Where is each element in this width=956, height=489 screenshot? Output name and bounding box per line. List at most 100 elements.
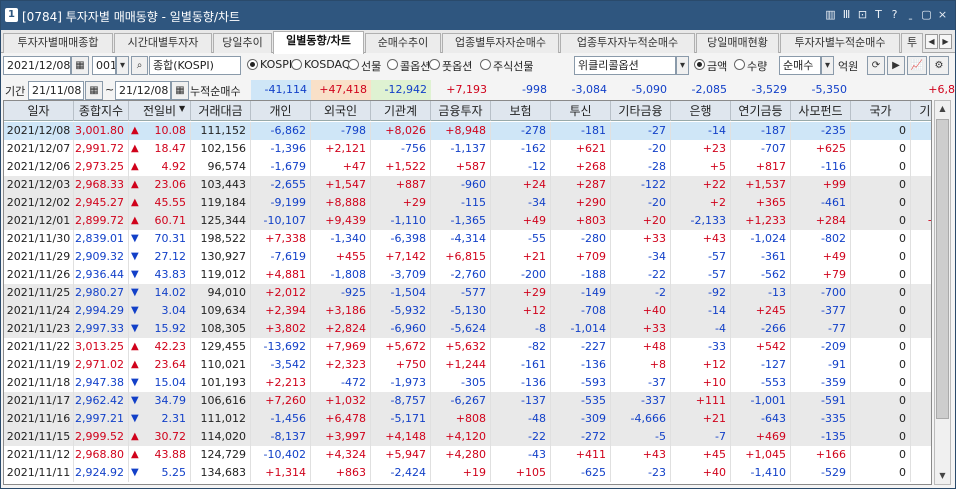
table-row[interactable]: 2021/11/25 2,980.27 ▼ 14.02 94,010 +2,012 -925… [4, 284, 931, 302]
investor-cell-15: +140 [911, 410, 931, 428]
scroll-up-icon[interactable]: ▲ [935, 101, 950, 117]
column-header-13[interactable]: 사모펀드 [791, 101, 851, 121]
calendar-icon[interactable]: ▦ [85, 81, 103, 100]
column-header-3[interactable]: 거래대금 [191, 101, 251, 121]
market-radio-4[interactable] [429, 59, 440, 70]
table-row[interactable]: 2021/12/07 2,991.72 ▲ 18.47 102,156 -1,396 +2,… [4, 140, 931, 158]
column-header-11[interactable]: 은행 [671, 101, 731, 121]
settings-icon[interactable]: ⚙ [929, 56, 949, 75]
investor-cell-4: -7,619 [251, 248, 311, 266]
tab-2[interactable]: 당일추이 [213, 33, 272, 53]
next-icon[interactable]: ▶ [887, 56, 905, 75]
investor-cell-14: 0 [851, 266, 911, 284]
search-icon[interactable]: ⌕ [131, 56, 148, 75]
index-cell: 2,839.01 [74, 230, 129, 248]
investor-cell-9: -535 [551, 392, 611, 410]
column-header-6[interactable]: 기관계 [371, 101, 431, 121]
table-row[interactable]: 2021/12/01 2,899.72 ▲ 60.71 125,344 -10,107 +9… [4, 212, 931, 230]
tab-0[interactable]: 투자자별매매종합 [3, 33, 113, 53]
window-title: [0784] 투자자별 매매동향 - 일별동향/차트 [22, 10, 241, 24]
tab-1[interactable]: 시간대별투자자 [114, 33, 212, 53]
column-header-4[interactable]: 개인 [251, 101, 311, 121]
window-control-1-icon[interactable]: Ⅲ [840, 7, 853, 23]
unit-radio-0[interactable] [694, 59, 705, 70]
chevron-right-icon[interactable]: ▶ [939, 34, 952, 49]
period-to-input[interactable]: 21/12/08 [115, 81, 171, 100]
table-row[interactable]: 2021/11/15 2,999.52 ▲ 30.72 114,020 -8,137 +3,… [4, 428, 931, 446]
table-row[interactable]: 2021/11/19 2,971.02 ▲ 23.64 110,021 -3,542 +2,… [4, 356, 931, 374]
market-radio-3[interactable] [387, 59, 398, 70]
table-row[interactable]: 2021/12/06 2,973.25 ▲ 4.92 96,574 -1,679 +47 +1… [4, 158, 931, 176]
tab-8[interactable]: 투자자별누적순매수 [780, 33, 900, 53]
calendar-icon[interactable]: ▦ [171, 81, 189, 100]
date-cell: 2021/12/07 [4, 140, 74, 158]
column-header-8[interactable]: 보험 [491, 101, 551, 121]
tab-4[interactable]: 순매수추이 [365, 33, 441, 53]
column-header-7[interactable]: 금융투자 [431, 101, 491, 121]
up-triangle-icon: ▲ [131, 449, 139, 460]
tab-3[interactable]: 일별동향/차트 [273, 31, 364, 54]
date-input[interactable]: 2021/12/08 [3, 56, 71, 75]
trade-type-select[interactable]: 순매수 [779, 56, 821, 75]
scroll-down-icon[interactable]: ▼ [935, 468, 950, 484]
market-radio-2[interactable] [348, 59, 359, 70]
table-row[interactable]: 2021/11/18 2,947.38 ▼ 15.04 101,193 +2,213 -47… [4, 374, 931, 392]
period-from-input[interactable]: 21/11/08 [28, 81, 84, 100]
scroll-thumb[interactable] [936, 119, 949, 419]
investor-cell-6: +887 [371, 176, 431, 194]
investor-cell-13: -116 [791, 158, 851, 176]
market-radio-5[interactable] [480, 59, 491, 70]
window-control-5-icon[interactable]: ˍ [904, 7, 917, 23]
column-header-12[interactable]: 연기금등 [731, 101, 791, 121]
window-control-7-icon[interactable]: × [936, 7, 949, 23]
calendar-icon[interactable]: ▦ [71, 56, 89, 75]
table-row[interactable]: 2021/12/03 2,968.33 ▲ 23.06 103,443 -2,655 +1,… [4, 176, 931, 194]
table-row[interactable]: 2021/11/29 2,909.32 ▼ 27.12 130,927 -7,619 +45… [4, 248, 931, 266]
window-control-0-icon[interactable]: ▥ [824, 7, 837, 23]
vertical-scrollbar[interactable]: ▲ ▼ [934, 100, 951, 485]
unit-radio-1[interactable] [734, 59, 745, 70]
column-header-15[interactable]: 기타법인 [911, 101, 931, 121]
table-row[interactable]: 2021/12/08 3,001.80 ▲ 10.08 111,152 -6,862 -79… [4, 122, 931, 140]
chevron-left-icon[interactable]: ◀ [925, 34, 938, 49]
change-value: 60.71 [154, 214, 187, 227]
window-control-2-icon[interactable]: ⊡ [856, 7, 869, 23]
window-control-4-icon[interactable]: ? [888, 7, 901, 23]
table-row[interactable]: 2021/11/24 2,994.29 ▼ 3.04 109,634 +2,394 +3,1… [4, 302, 931, 320]
table-row[interactable]: 2021/11/22 3,013.25 ▲ 42.23 129,455 -13,692 +7… [4, 338, 931, 356]
market-radio-1[interactable] [291, 59, 302, 70]
tab-9[interactable]: 투 [901, 33, 923, 53]
tab-5[interactable]: 업종별투자자순매수 [442, 33, 559, 53]
tab-7[interactable]: 당일매매현황 [696, 33, 779, 53]
market-radio-0[interactable] [247, 59, 258, 70]
table-row[interactable]: 2021/11/16 2,997.21 ▼ 2.31 111,012 -1,456 +6,4… [4, 410, 931, 428]
column-header-14[interactable]: 국가 [851, 101, 911, 121]
tab-6[interactable]: 업종투자자누적순매수 [560, 33, 695, 53]
weekly-option-dropdown-icon[interactable]: ▾ [676, 56, 689, 75]
table-row[interactable]: 2021/11/26 2,936.44 ▼ 43.83 119,012 +4,881 -1,… [4, 266, 931, 284]
column-header-10[interactable]: 기타금융 [611, 101, 671, 121]
investor-cell-12: -361 [731, 248, 791, 266]
column-header-0[interactable]: 일자 [4, 101, 74, 121]
table-row[interactable]: 2021/11/23 2,997.33 ▼ 15.92 108,305 +3,802 +2,… [4, 320, 931, 338]
column-header-5[interactable]: 외국인 [311, 101, 371, 121]
code-dropdown-icon[interactable]: ▾ [116, 56, 129, 75]
weekly-option-select[interactable]: 위클리콜옵션 [574, 56, 676, 75]
table-row[interactable]: 2021/11/11 2,924.92 ▼ 5.25 134,683 +1,314 +863… [4, 464, 931, 482]
window-control-3-icon[interactable]: T [872, 7, 885, 23]
market-code-input[interactable]: 001 [92, 56, 116, 75]
change-cell: ▼ 5.25 [129, 464, 191, 482]
table-row[interactable]: 2021/11/17 2,962.42 ▼ 34.79 106,616 +7,260 +1,… [4, 392, 931, 410]
table-row[interactable]: 2021/12/02 2,945.27 ▲ 45.55 119,184 -9,199 +8,… [4, 194, 931, 212]
column-header-9[interactable]: 투신 [551, 101, 611, 121]
table-row[interactable]: 2021/11/12 2,968.80 ▲ 43.88 124,729 -10,402 +4… [4, 446, 931, 464]
column-header-1[interactable]: 종합지수 [74, 101, 129, 121]
refresh-icon[interactable]: ⟳ [867, 56, 885, 75]
table-row[interactable]: 2021/11/30 2,839.01 ▼ 70.31 198,522 +7,338 -1,… [4, 230, 931, 248]
sort-arrow-icon[interactable]: ▼ [179, 104, 185, 113]
trade-type-dropdown-icon[interactable]: ▾ [821, 56, 834, 75]
chart-icon[interactable]: 📈 [907, 56, 927, 75]
investor-cell-7: -115 [431, 194, 491, 212]
summary-value-5: -3,084 [571, 83, 607, 96]
window-control-6-icon[interactable]: ▢ [920, 7, 933, 23]
